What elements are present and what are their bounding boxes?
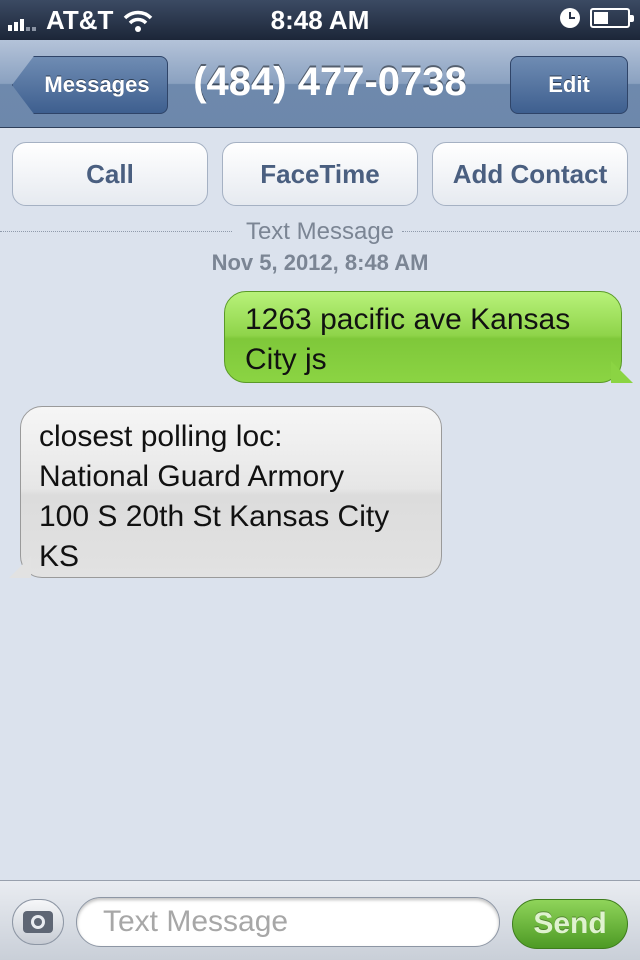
bubble-tail: [9, 556, 31, 578]
message-line: 1263 pacific ave Kansas: [245, 303, 571, 336]
camera-button[interactable]: [12, 899, 64, 945]
status-right: [560, 8, 634, 28]
message-line: closest polling loc:: [39, 420, 283, 453]
conversation-header: Text Message: [0, 216, 640, 246]
message-date: Nov 5, 2012, 8:48 AM: [211, 250, 429, 275]
divider-right: [402, 231, 640, 232]
message-line: City js: [245, 343, 327, 376]
clock-icon: [560, 8, 580, 28]
message-line: KS: [39, 540, 80, 573]
status-bar: AT&T 8:48 AM: [0, 0, 640, 40]
navigation-bar: Messages (484) 477-0738 Edit: [0, 40, 640, 128]
call-button[interactable]: Call: [12, 142, 208, 206]
battery-icon: [590, 8, 634, 28]
conversation-title: (484) 477-0738: [193, 60, 467, 104]
back-to-messages-button[interactable]: Messages: [12, 56, 168, 114]
sent-message-bubble[interactable]: 1263 pacific ave Kansas City js: [224, 291, 633, 383]
bubble-tail: [611, 361, 633, 383]
add-contact-button[interactable]: Add Contact: [432, 142, 628, 206]
edit-button[interactable]: Edit: [510, 56, 628, 114]
contact-actions: Call FaceTime Add Contact: [12, 142, 628, 206]
facetime-button[interactable]: FaceTime: [222, 142, 418, 206]
send-button[interactable]: Send: [512, 899, 628, 949]
message-composer: Send: [0, 880, 640, 960]
camera-icon: [23, 911, 53, 933]
message-type-label: Text Message: [245, 218, 395, 245]
message-input[interactable]: [76, 897, 500, 947]
status-time: 8:48 AM: [270, 5, 370, 35]
received-message-bubble[interactable]: closest polling loc: National Guard Armo…: [9, 406, 442, 578]
message-line: 100 S 20th St Kansas City: [39, 500, 390, 533]
message-line: National Guard Armory: [39, 460, 345, 493]
